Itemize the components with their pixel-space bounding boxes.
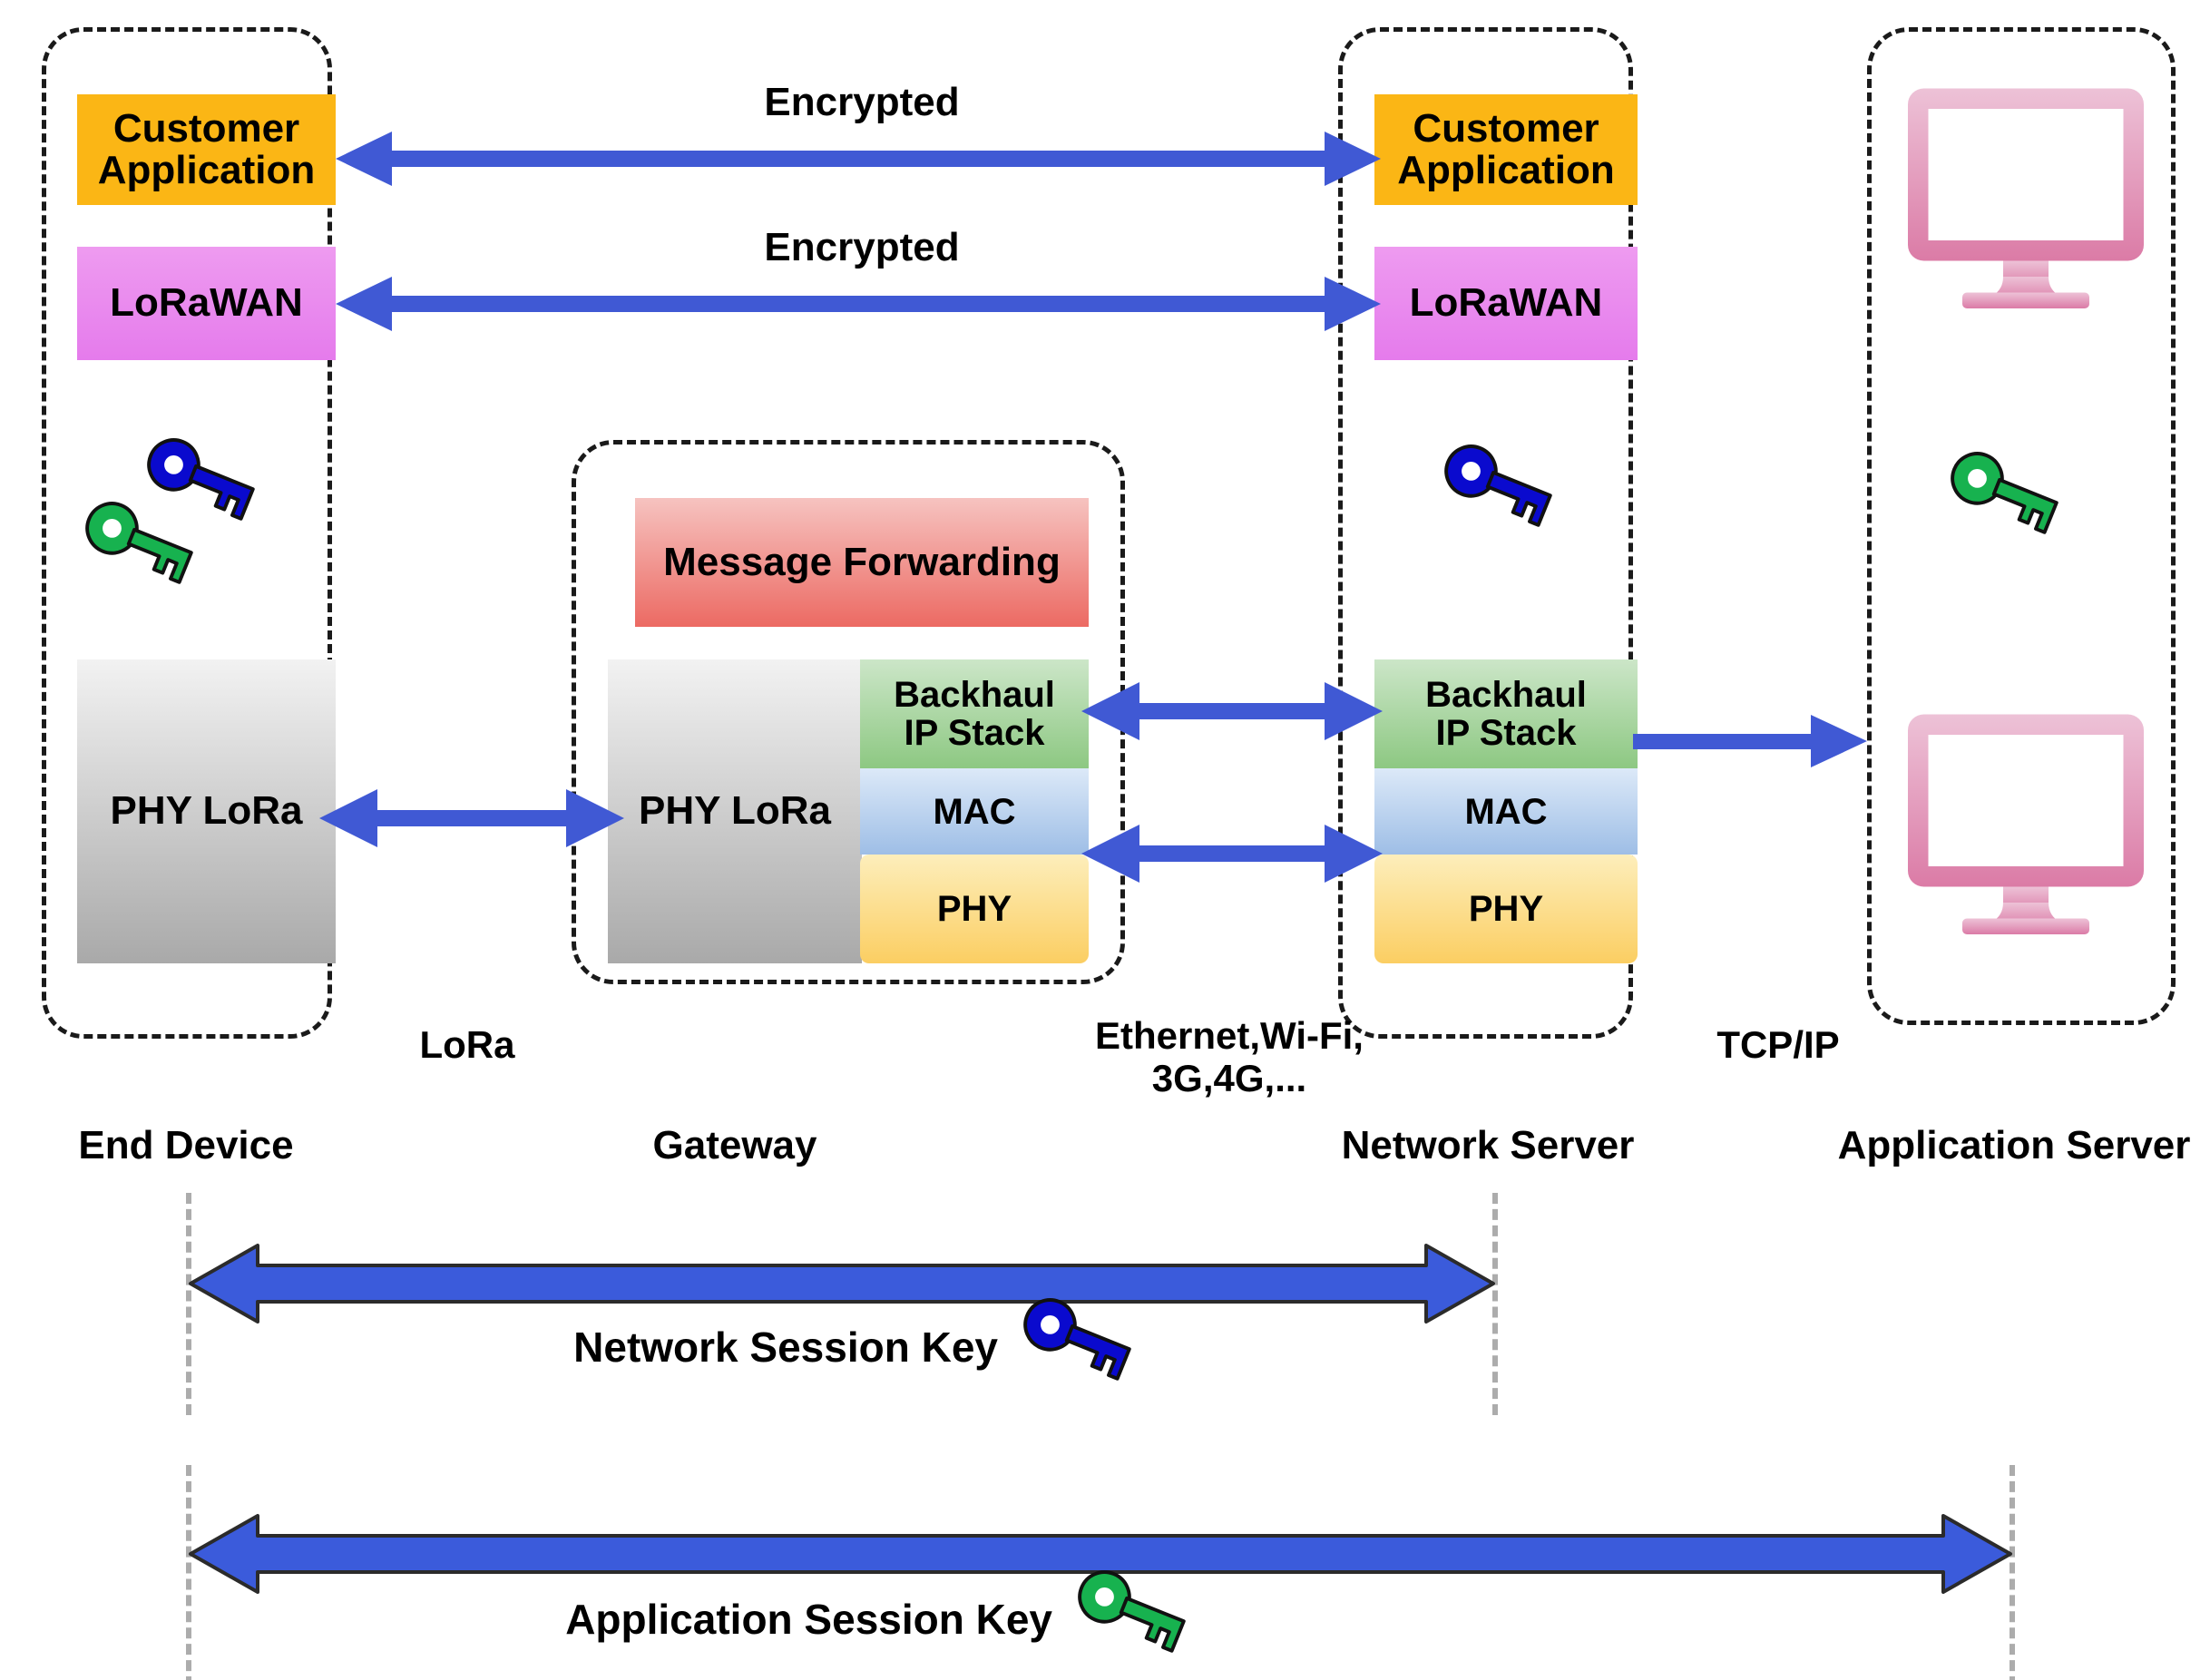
- network-session-key-label: Network Session Key: [573, 1323, 998, 1371]
- backhaul-link-label: Ethernet,Wi-Fi, 3G,4G,...: [1095, 1014, 1364, 1100]
- encrypted-application-arrow: [336, 127, 1381, 190]
- application-server-application-session-key-icon: [1941, 449, 2059, 544]
- end-device-phy-lora: PHY LoRa: [77, 659, 336, 963]
- application-session-key-legend-icon: [1069, 1568, 1187, 1663]
- end-device-application-session-key-icon: [76, 499, 194, 594]
- column-label-application-server: Application Server: [1837, 1123, 2191, 1167]
- network-session-key-legend-icon: [1014, 1295, 1132, 1391]
- network-server-backhaul-ip-stack: Backhaul IP Stack: [1374, 659, 1638, 768]
- gateway-message-forwarding: Message Forwarding: [635, 498, 1089, 627]
- tcpip-link-arrow: [1633, 715, 1867, 767]
- end-device-lorawan: LoRaWAN: [77, 247, 336, 360]
- encrypted-lorawan-label: Encrypted: [764, 225, 960, 269]
- network-session-key-arrow: [189, 1243, 1495, 1324]
- mac-phy-link-arrow: [1081, 821, 1383, 886]
- lora-link-arrow: [319, 786, 624, 851]
- column-label-network-server: Network Server: [1341, 1123, 1635, 1167]
- network-server-lorawan: LoRaWAN: [1374, 247, 1638, 360]
- network-server-network-session-key-icon: [1435, 442, 1553, 537]
- encrypted-application-label: Encrypted: [764, 80, 960, 124]
- gateway-phy-lora: PHY LoRa: [608, 659, 862, 963]
- encrypted-lorawan-arrow: [336, 272, 1381, 336]
- application-session-key-label: Application Session Key: [565, 1596, 1052, 1643]
- application-server-monitor-top: [1903, 82, 2148, 308]
- lorawan-architecture-diagram: Customer Application LoRaWAN PHY LoRa Me…: [0, 0, 2210, 1680]
- network-server-phy: PHY: [1374, 855, 1638, 963]
- lora-link-label: LoRa: [419, 1023, 515, 1066]
- application-server-monitor-bottom: [1903, 708, 2148, 934]
- tcpip-link-label: TCP/IP: [1716, 1023, 1840, 1066]
- gateway-phy: PHY: [860, 855, 1089, 963]
- network-server-customer-application: Customer Application: [1374, 94, 1638, 205]
- gateway-mac: MAC: [860, 768, 1089, 855]
- column-label-end-device: End Device: [78, 1123, 294, 1167]
- backhaul-ip-link-arrow: [1081, 679, 1383, 744]
- gateway-backhaul-ip-stack: Backhaul IP Stack: [860, 659, 1089, 768]
- network-server-mac: MAC: [1374, 768, 1638, 855]
- end-device-customer-application: Customer Application: [77, 94, 336, 205]
- column-label-gateway: Gateway: [652, 1123, 817, 1167]
